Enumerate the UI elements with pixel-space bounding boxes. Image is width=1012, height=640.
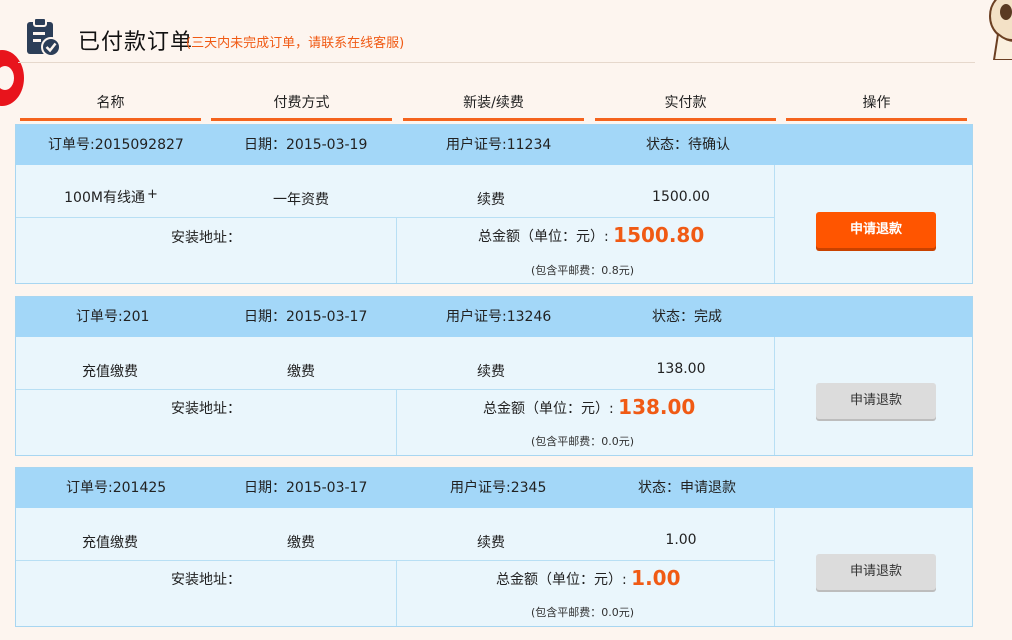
divider: [396, 560, 397, 626]
refund-button[interactable]: 申请退款: [816, 554, 936, 590]
divider: [396, 389, 397, 455]
order-date: 日期：2015-03-19: [244, 137, 368, 153]
column-header-actions: 操作: [786, 90, 967, 121]
divider: [16, 560, 774, 561]
total-label: 总金额（单位：元）:: [478, 229, 609, 245]
order-header: 订单号:2015092827 日期：2015-03-19 用户证号:11234 …: [16, 125, 972, 165]
column-header-amount: 实付款: [595, 90, 776, 121]
user-id: 用户证号:13246: [446, 309, 552, 325]
divider: [16, 389, 774, 390]
paid-amount: 1500.00: [652, 189, 710, 205]
total-amount: 1500.80: [613, 223, 705, 247]
divider: [774, 337, 775, 455]
total-label: 总金额（单位：元）:: [496, 572, 627, 588]
title-note: (三天内未完成订单，请联系在线客服): [186, 36, 405, 51]
total-label: 总金额（单位：元）:: [483, 401, 614, 417]
order-total: 总金额（单位：元）: 1.00: [496, 566, 681, 590]
column-headers: 名称 付费方式 新装/续费 实付款 操作: [18, 90, 975, 122]
install-address-label: 安装地址：: [171, 230, 241, 246]
divider: [396, 217, 397, 283]
page-title: 已付款订单: [78, 30, 194, 55]
order-card: 订单号:201425 日期：2015-03-17 用户证号:2345 状态：申请…: [15, 467, 973, 627]
user-id: 用户证号:11234: [446, 137, 552, 153]
total-amount: 1.00: [631, 566, 681, 590]
order-number: 订单号:2015092827: [48, 137, 184, 153]
paid-amount: 1.00: [665, 532, 697, 548]
product-name: 100M有线通 +: [64, 187, 158, 206]
clipboard-check-icon: [27, 17, 61, 57]
order-status: 状态：申请退款: [638, 480, 736, 496]
order-date: 日期：2015-03-17: [244, 309, 368, 325]
divider: [16, 217, 774, 218]
user-id: 用户证号:2345: [450, 480, 547, 496]
divider: [774, 508, 775, 626]
column-header-name: 名称: [20, 90, 201, 121]
product-name: 充值缴费: [82, 364, 138, 380]
order-status: 状态：待确认: [646, 137, 730, 153]
install-address-label: 安装地址：: [171, 401, 241, 417]
total-amount: 138.00: [618, 395, 696, 419]
paid-amount: 138.00: [656, 361, 706, 377]
order-type: 续费: [477, 364, 505, 380]
payment-method: 缴费: [287, 535, 315, 551]
order-type: 续费: [477, 535, 505, 551]
order-total: 总金额（单位：元）: 1500.80: [478, 223, 704, 247]
product-name: 充值缴费: [82, 535, 138, 551]
divider: [774, 165, 775, 283]
payment-method: 一年资费: [273, 192, 329, 208]
order-card: 订单号:2015092827 日期：2015-03-19 用户证号:11234 …: [15, 124, 973, 284]
column-header-payment-method: 付费方式: [211, 90, 392, 121]
payment-method: 缴费: [287, 364, 315, 380]
postage-note: (包含平邮费：0.8元): [531, 264, 635, 277]
order-header: 订单号:201425 日期：2015-03-17 用户证号:2345 状态：申请…: [16, 468, 972, 508]
order-type: 续费: [477, 192, 505, 208]
order-date: 日期：2015-03-17: [244, 480, 368, 496]
page-header: 已付款订单 (三天内未完成订单，请联系在线客服): [18, 12, 975, 63]
order-total: 总金额（单位：元）: 138.00: [483, 395, 695, 419]
postage-note: (包含平邮费：0.0元): [531, 606, 635, 619]
install-address-label: 安装地址：: [171, 572, 241, 588]
refund-button[interactable]: 申请退款: [816, 212, 936, 248]
order-card: 订单号:201 日期：2015-03-17 用户证号:13246 状态：完成 充…: [15, 296, 973, 456]
postage-note: (包含平邮费：0.0元): [531, 435, 635, 448]
order-number: 订单号:201: [76, 309, 150, 325]
order-number: 订单号:201425: [66, 480, 167, 496]
refund-button[interactable]: 申请退款: [816, 383, 936, 419]
order-status: 状态：完成: [652, 309, 722, 325]
mascot-illustration: [989, 0, 1012, 60]
order-header: 订单号:201 日期：2015-03-17 用户证号:13246 状态：完成: [16, 297, 972, 337]
column-header-type: 新装/续费: [403, 90, 584, 121]
